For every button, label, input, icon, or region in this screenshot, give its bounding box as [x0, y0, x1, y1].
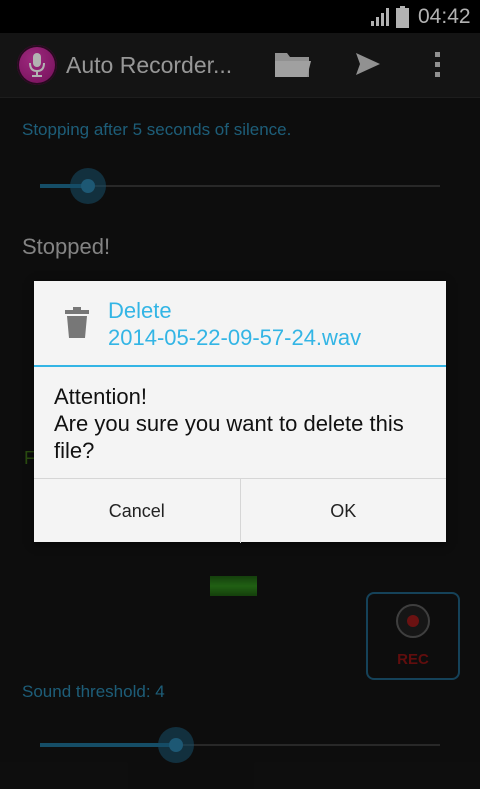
dialog-header: Delete 2014-05-22-09-57-24.wav [34, 281, 446, 365]
trash-icon [65, 307, 89, 338]
dialog-message: Attention! Are you sure you want to dele… [54, 384, 404, 463]
ok-button[interactable]: OK [239, 479, 447, 543]
dialog-divider [34, 365, 446, 367]
screen: 04:42 Auto Recorder... Stopping after 5 … [0, 0, 480, 789]
dialog-buttons: Cancel OK [34, 478, 446, 543]
delete-dialog: Delete 2014-05-22-09-57-24.wav Attention… [34, 281, 446, 543]
cancel-button[interactable]: Cancel [34, 479, 240, 543]
dialog-title: Delete 2014-05-22-09-57-24.wav [108, 298, 362, 350]
